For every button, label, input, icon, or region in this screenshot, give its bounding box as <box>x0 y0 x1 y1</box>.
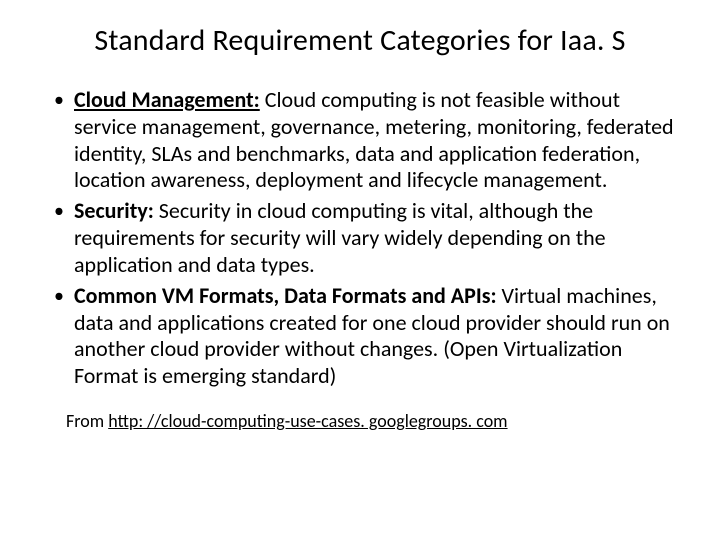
bullet-list: Cloud Management: Cloud computing is not… <box>36 87 684 390</box>
bullet-lead: Security: <box>74 197 154 224</box>
slide: Standard Requirement Categories for Iaa.… <box>0 0 720 540</box>
bullet-lead: Common VM Formats, Data Formats and APIs… <box>74 282 497 309</box>
source-prefix: From <box>66 410 108 432</box>
slide-title: Standard Requirement Categories for Iaa.… <box>36 22 684 59</box>
bullet-body: Security in cloud computing is vital, al… <box>74 197 606 278</box>
list-item: Security: Security in cloud computing is… <box>52 198 680 278</box>
list-item: Cloud Management: Cloud computing is not… <box>52 87 680 194</box>
source-link[interactable]: http: //cloud-computing-use-cases. googl… <box>108 410 507 432</box>
list-item: Common VM Formats, Data Formats and APIs… <box>52 283 680 390</box>
bullet-lead: Cloud Management: <box>74 86 260 113</box>
source-line: From http: //cloud-computing-use-cases. … <box>36 410 684 432</box>
